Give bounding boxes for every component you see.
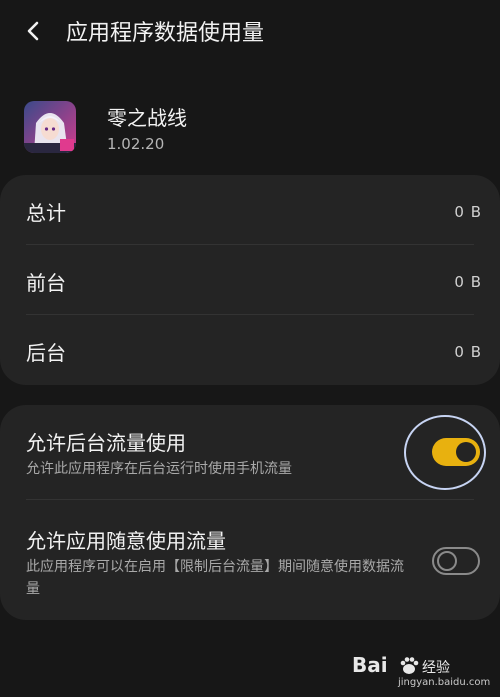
app-icon xyxy=(24,101,76,153)
watermark: Bai 经验 jingyan.baidu.com xyxy=(352,653,492,691)
header: 应用程序数据使用量 xyxy=(0,0,500,62)
unrestricted-data-toggle[interactable] xyxy=(432,547,480,575)
setting-title: 允许应用随意使用流量 xyxy=(26,529,226,553)
usage-value: 0 B xyxy=(454,273,482,291)
background-data-toggle[interactable] xyxy=(432,438,480,466)
page-title: 应用程序数据使用量 xyxy=(66,21,265,46)
unrestricted-data-setting[interactable]: 允许应用随意使用流量 此应用程序可以在启用【限制后台流量】期间随意使用数据流量 xyxy=(0,500,500,620)
app-info: 零之战线 1.02.20 xyxy=(0,92,500,162)
usage-row-foreground: 前台 0 B xyxy=(0,245,500,315)
usage-value: 0 B xyxy=(454,203,482,221)
setting-title: 允许后台流量使用 xyxy=(26,431,186,455)
setting-description: 此应用程序可以在启用【限制后台流量】期间随意使用数据流量 xyxy=(26,559,404,597)
watermark-logo: Bai xyxy=(352,653,388,677)
watermark-text: 经验 xyxy=(422,660,450,676)
app-name: 零之战线 xyxy=(107,106,187,130)
toggle-knob xyxy=(437,551,457,571)
paw-icon xyxy=(400,657,419,674)
toggle-knob xyxy=(456,442,476,462)
usage-label: 后台 xyxy=(26,341,66,365)
usage-row-background: 后台 0 B xyxy=(0,315,500,385)
usage-row-total: 总计 0 B xyxy=(0,175,500,245)
back-button[interactable] xyxy=(22,14,52,46)
watermark-url: jingyan.baidu.com xyxy=(398,677,491,688)
back-arrow-icon xyxy=(27,21,39,41)
usage-label: 总计 xyxy=(26,201,66,225)
setting-description: 允许此应用程序在后台运行时使用手机流量 xyxy=(26,461,292,477)
usage-card: 总计 0 B 前台 0 B 后台 0 B xyxy=(0,175,500,385)
app-version: 1.02.20 xyxy=(107,135,165,153)
usage-value: 0 B xyxy=(454,343,482,361)
usage-label: 前台 xyxy=(26,271,66,295)
allow-background-data-setting[interactable]: 允许后台流量使用 允许此应用程序在后台运行时使用手机流量 xyxy=(0,405,500,499)
settings-card: 允许后台流量使用 允许此应用程序在后台运行时使用手机流量 允许应用随意使用流量 … xyxy=(0,405,500,620)
